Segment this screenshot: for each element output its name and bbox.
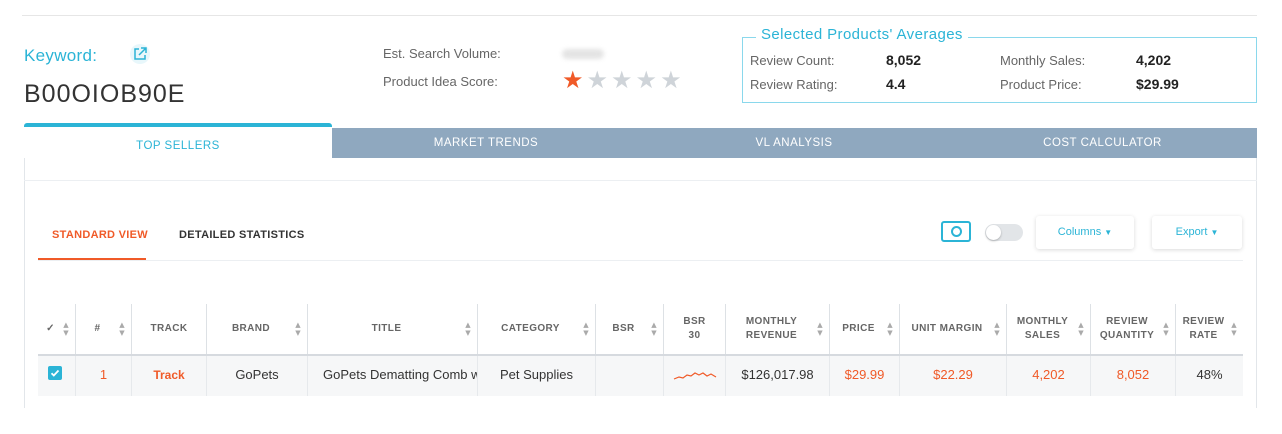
averages-title: Selected Products' Averages: [756, 26, 968, 43]
sort-icon[interactable]: ▲ ▼: [1163, 321, 1169, 337]
keyword-label: Keyword:: [24, 46, 98, 65]
column-header-review-rate[interactable]: REVIEW RATE ▲ ▼: [1176, 304, 1243, 354]
cell-bsr: [596, 356, 664, 396]
star-icon: ★: [562, 66, 584, 94]
export-button[interactable]: Export ▼: [1152, 216, 1242, 249]
monthly-sales-value: 4,202: [1136, 52, 1172, 68]
column-header-monthly-sales[interactable]: MONTHLY SALES ▲ ▼: [1007, 304, 1091, 354]
selected-products-averages: [742, 37, 1257, 103]
review-count-value: 8,052: [886, 52, 922, 68]
cell-checkbox: [38, 356, 76, 396]
view-toggle[interactable]: [985, 224, 1023, 241]
column-header-track[interactable]: TRACK: [132, 304, 207, 354]
column-header-price[interactable]: PRICE ▲ ▼: [830, 304, 900, 354]
review-rating-value: 4.4: [886, 76, 906, 92]
cell-monthly-sales: 4,202: [1007, 356, 1091, 396]
column-header-label: BSR: [612, 323, 635, 334]
column-header-select[interactable]: ✓ ▲ ▼: [38, 304, 76, 354]
tab-top-sellers[interactable]: TOP SELLERS: [24, 123, 332, 158]
external-link-icon[interactable]: [130, 44, 150, 64]
caret-down-icon: ▼: [1210, 228, 1219, 237]
camera-icon[interactable]: [941, 221, 971, 242]
column-header-select[interactable]: # ▲ ▼: [76, 304, 132, 354]
cell-brand: GoPets: [207, 356, 308, 396]
tab-market-trends[interactable]: MARKET TRENDS: [332, 128, 640, 158]
column-header-label: BRAND: [231, 323, 271, 334]
view-divider: [38, 260, 1243, 261]
sort-icon[interactable]: ▲ ▼: [651, 321, 657, 337]
tab-vl-analysis[interactable]: VL ANALYSIS: [640, 128, 948, 158]
monthly-sales-label: Monthly Sales:: [1000, 53, 1086, 68]
column-header-label: #: [94, 323, 101, 334]
est-search-volume-value-blurred: [562, 49, 604, 59]
star-icon: ★: [611, 66, 633, 94]
track-link[interactable]: Track: [132, 356, 207, 396]
cell-rank: 1: [76, 356, 132, 396]
bsr-sparkline: [673, 372, 716, 380]
sort-icon[interactable]: ▲ ▼: [887, 321, 893, 337]
sort-icon[interactable]: ▲ ▼: [1078, 321, 1084, 337]
column-header-monthly-revenue[interactable]: MONTHLY REVENUE ▲ ▼: [726, 304, 830, 354]
product-idea-score-label: Product Idea Score:: [383, 74, 498, 89]
column-header-review-quantity[interactable]: REVIEW QUANTITY ▲ ▼: [1091, 304, 1176, 354]
sort-icon[interactable]: ▲ ▼: [119, 321, 125, 337]
column-header-label: MONTHLY REVENUE: [745, 316, 798, 341]
column-header-label: TRACK: [150, 323, 188, 334]
product-price-value: $29.99: [1136, 76, 1179, 92]
star-icon: ★: [660, 66, 682, 94]
cell-price: $29.99: [830, 356, 900, 396]
keyword-value: B00OIOB90E: [24, 80, 186, 108]
cell-unit-margin: $22.29: [900, 356, 1007, 396]
column-header-unit-margin[interactable]: UNIT MARGIN ▲ ▼: [900, 304, 1007, 354]
product-price-label: Product Price:: [1000, 77, 1082, 92]
review-count-label: Review Count:: [750, 53, 835, 68]
column-header-label: REVIEW QUANTITY: [1099, 316, 1155, 341]
cell-category: Pet Supplies: [478, 356, 596, 396]
sort-icon[interactable]: ▲ ▼: [994, 321, 1000, 337]
sort-icon[interactable]: ▲ ▼: [63, 321, 69, 337]
sort-icon[interactable]: ▲ ▼: [1231, 321, 1237, 337]
column-header-label: PRICE: [842, 323, 875, 334]
cell-bsr30: [664, 356, 726, 396]
star-icon: ★: [586, 66, 609, 94]
cell-title[interactable]: GoPets Dematting Comb with: [308, 356, 478, 396]
caret-down-icon: ▼: [1104, 228, 1113, 237]
column-header-label: BSR 30: [683, 316, 706, 341]
column-header-title[interactable]: TITLE ▲ ▼: [308, 304, 478, 354]
columns-button[interactable]: Columns ▼: [1036, 216, 1134, 249]
star-icon: ★: [635, 66, 658, 94]
column-header-label: TITLE: [371, 323, 402, 334]
panel-divider: [24, 180, 1257, 181]
column-header-label: MONTHLY SALES: [1016, 316, 1069, 341]
column-header-brand[interactable]: BRAND ▲ ▼: [207, 304, 308, 354]
cell-review-rate: 48%: [1196, 367, 1223, 382]
tab-standard-view[interactable]: STANDARD VIEW: [52, 229, 148, 241]
column-header-label: REVIEW RATE: [1182, 316, 1225, 341]
column-header-label: CATEGORY: [501, 323, 560, 334]
top-divider: [22, 15, 1257, 16]
main-tabs: TOP SELLERS MARKET TRENDS VL ANALYSIS CO…: [24, 123, 1257, 158]
column-header-bsr[interactable]: BSR ▲ ▼: [596, 304, 664, 354]
est-search-volume-label: Est. Search Volume:: [383, 46, 501, 61]
cell-monthly-revenue: $126,017.98: [726, 356, 830, 396]
product-idea-score-stars: ★ ★ ★ ★ ★: [562, 68, 682, 92]
column-header-label: UNIT MARGIN: [911, 323, 983, 334]
sort-icon[interactable]: ▲ ▼: [295, 321, 301, 337]
column-header-bsr-30[interactable]: BSR 30: [664, 304, 726, 354]
column-header-category[interactable]: CATEGORY ▲ ▼: [478, 304, 596, 354]
tab-detailed-statistics[interactable]: DETAILED STATISTICS: [179, 229, 304, 241]
cell-review-quantity: 8,052: [1091, 356, 1176, 396]
tab-cost-calculator[interactable]: COST CALCULATOR: [948, 128, 1257, 158]
sort-icon[interactable]: ▲ ▼: [817, 321, 823, 337]
sort-icon[interactable]: ▲ ▼: [583, 321, 589, 337]
review-rating-label: Review Rating:: [750, 77, 838, 92]
sort-icon[interactable]: ▲ ▼: [465, 321, 471, 337]
